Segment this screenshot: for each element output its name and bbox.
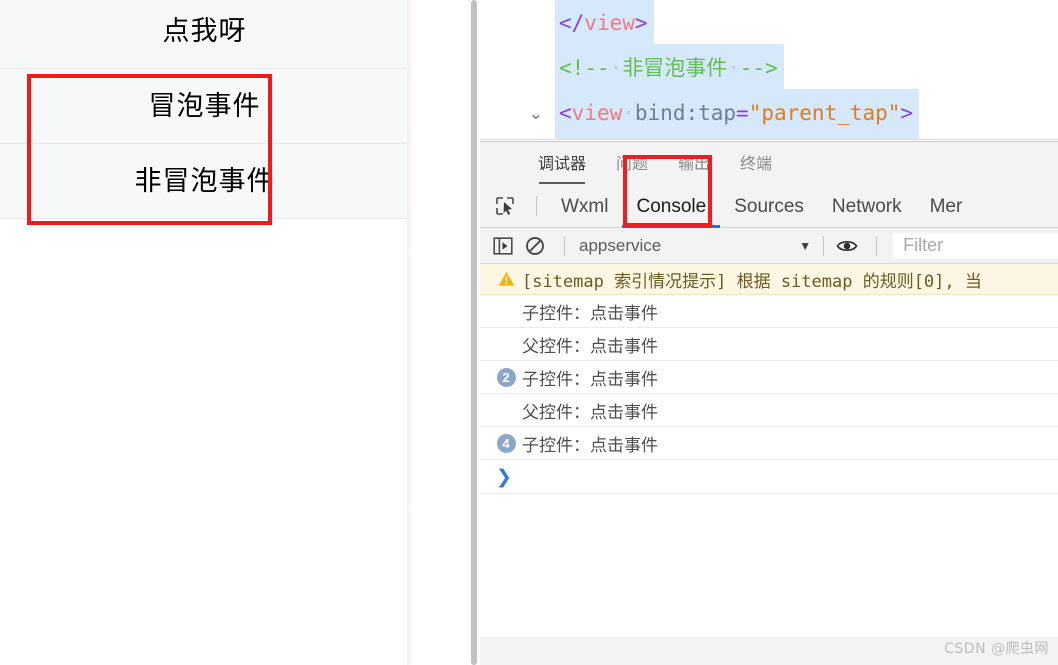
tab-memory[interactable]: Mer [916,184,977,228]
code-line: <!--·非冒泡事件·--> [480,44,1058,95]
code-line-text: <!--·非冒泡事件·--> [555,44,784,95]
debugger-top-tabbar: 调试器 问题 输出 终端 [480,142,1058,184]
bubbling-event-button-label: 冒泡事件 [148,90,261,122]
toolbar-divider [536,195,537,216]
click-me-button[interactable]: 点我呀 [0,0,415,69]
pane-scrollbar-thumb[interactable] [471,0,477,665]
simulator-right-edge [407,0,415,665]
console-message-row[interactable]: 子控件：点击事件 [480,295,1058,328]
clear-console-icon[interactable] [522,234,548,258]
message-badge-slot: 2 [494,367,518,387]
console-message-row[interactable]: 2 子控件：点击事件 [480,361,1058,394]
bubbling-event-button[interactable]: 冒泡事件 [0,68,415,144]
tab-sources[interactable]: Sources [720,184,818,228]
console-message-row[interactable]: 4 子控件：点击事件 [480,427,1058,460]
editor-bottom-divider [480,139,1058,140]
console-context-select[interactable]: appservice [579,236,661,256]
console-message-text: 子控件：点击事件 [522,435,658,456]
watermark: CSDN @爬虫网 [944,641,1049,657]
simulator-panel: 点我呀 冒泡事件 非冒泡事件 [0,0,415,665]
pane-vertical-scrollbar[interactable] [468,0,480,665]
tab-output[interactable]: 输出 [678,150,710,176]
repeat-count-badge: 2 [496,367,516,387]
toolbar-divider [823,235,825,256]
console-message-list[interactable]: [sitemap 索引情况提示] 根据 sitemap 的规则[0], 当 子控… [480,264,1058,637]
code-line: ⌄ <view·bind:tap="parent_tap"> [480,89,1058,140]
simulator-button-list: 点我呀 冒泡事件 非冒泡事件 [0,0,415,219]
toolbar-divider [876,235,878,256]
code-line: </view> [480,0,1058,50]
tab-terminal[interactable]: 终端 [740,150,772,176]
console-message-text: 父控件：点击事件 [522,336,658,357]
console-filter-placeholder: Filter [903,235,944,255]
tab-network[interactable]: Network [818,184,916,228]
console-message-row[interactable]: [sitemap 索引情况提示] 根据 sitemap 的规则[0], 当 [480,264,1058,295]
non-bubbling-event-button[interactable]: 非冒泡事件 [0,143,415,219]
tab-console[interactable]: Console [622,184,720,228]
chevron-down-icon[interactable]: ▼ [799,239,811,253]
console-empty-area[interactable] [480,494,1058,637]
console-toolbar: appservice ▼ Filter [480,228,1058,264]
code-line-text: <view·bind:tap="parent_tap"> [555,89,920,140]
console-message-text: 父控件：点击事件 [522,402,658,423]
fold-chevron-down-icon[interactable]: ⌄ [480,92,555,137]
non-bubbling-event-button-label: 非冒泡事件 [134,165,275,197]
console-sidebar-toggle-icon[interactable] [490,234,516,258]
code-line-text: </view> [555,0,654,50]
console-message-text: 子控件：点击事件 [522,303,658,324]
console-message-row[interactable]: 父控件：点击事件 [480,394,1058,427]
debugger-panel: 调试器 问题 输出 终端 Wxml Console Sources Networ… [480,141,1058,665]
toolbar-divider [564,235,565,256]
devtools-panel: </view> <!--·非冒泡事件·--> ⌄ <view·bind:tap=… [480,0,1058,665]
console-filter-input[interactable]: Filter [893,232,1058,259]
message-badge-slot: 4 [494,433,518,453]
devtools-tabbar: Wxml Console Sources Network Mer [480,155,1058,228]
console-message-text: 子控件：点击事件 [522,369,658,390]
console-input-prompt[interactable]: ❯ [480,460,1058,494]
console-settings-eye-icon[interactable] [834,234,860,258]
warning-triangle-icon [494,271,518,287]
console-message-text: [sitemap 索引情况提示] 根据 sitemap 的规则[0], 当 [522,271,982,292]
console-message-row[interactable]: 父控件：点击事件 [480,328,1058,361]
tab-wxml[interactable]: Wxml [547,184,622,228]
tab-debugger[interactable]: 调试器 [538,150,586,184]
inspect-element-icon[interactable] [492,194,518,218]
repeat-count-badge: 4 [496,433,516,453]
tab-problems[interactable]: 问题 [616,150,648,176]
prompt-caret-icon: ❯ [496,465,512,488]
click-me-button-label: 点我呀 [162,15,247,47]
wxml-code-editor[interactable]: </view> <!--·非冒泡事件·--> ⌄ <view·bind:tap=… [480,0,1058,140]
